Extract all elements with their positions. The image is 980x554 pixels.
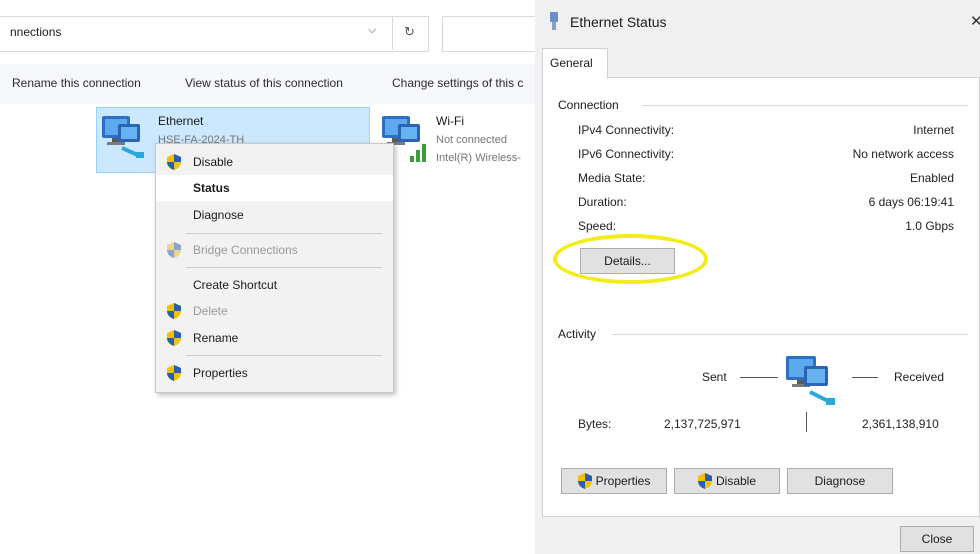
menu-item-label: Properties <box>193 366 248 380</box>
duration-value: 6 days 06:19:41 <box>868 195 954 209</box>
sent-label: Sent <box>702 370 727 384</box>
wifi-device: Intel(R) Wireless- <box>436 152 521 164</box>
menu-item-delete[interactable]: Delete <box>156 298 393 324</box>
bytes-divider <box>806 412 807 432</box>
uac-shield-icon <box>167 242 181 258</box>
media-state-value: Enabled <box>909 171 954 185</box>
uac-shield-icon <box>167 303 181 319</box>
network-activity-icon <box>786 356 835 405</box>
menu-separator <box>186 355 382 356</box>
menu-item-label: Rename <box>193 331 239 345</box>
ipv6-value: No network access <box>852 147 954 161</box>
tab-general-label: General <box>550 56 593 70</box>
ipv6-label: IPv6 Connectivity: <box>578 147 675 161</box>
uac-shield-icon <box>167 365 181 381</box>
menu-item-label: Create Shortcut <box>193 278 278 292</box>
address-divider <box>392 16 393 50</box>
menu-item-disable[interactable]: Disable <box>156 149 393 175</box>
refresh-icon[interactable]: ↻ <box>404 24 415 40</box>
ipv4-label: IPv4 Connectivity: <box>578 123 675 137</box>
network-adapter-icon <box>102 116 144 158</box>
highlight-annotation <box>553 234 708 284</box>
activity-group-label: Activity <box>558 327 597 341</box>
context-menu: Disable Status Diagnose Bridge Connectio… <box>155 143 394 393</box>
ethernet-plug-icon <box>550 12 558 30</box>
menu-item-bridge-connections[interactable]: Bridge Connections <box>156 237 393 263</box>
menu-item-properties[interactable]: Properties <box>156 360 393 386</box>
menu-separator <box>186 233 382 234</box>
received-line <box>852 377 878 378</box>
properties-button-label: Properties <box>595 474 651 488</box>
menu-separator <box>186 267 382 268</box>
menu-item-label: Diagnose <box>193 208 244 222</box>
uac-shield-icon <box>167 330 181 346</box>
close-icon[interactable]: ✕ <box>970 12 980 30</box>
bytes-received-value: 2,361,138,910 <box>862 417 939 431</box>
search-input[interactable] <box>442 16 544 52</box>
close-button[interactable]: Close <box>900 526 974 552</box>
menu-item-label: Bridge Connections <box>193 243 298 257</box>
connection-group-label: Connection <box>558 98 619 112</box>
address-text: nnections <box>10 25 62 39</box>
properties-button[interactable]: Properties <box>561 468 667 494</box>
dialog-title: Ethernet Status <box>570 14 667 30</box>
menu-item-rename[interactable]: Rename <box>156 325 393 351</box>
diagnose-button[interactable]: Diagnose <box>787 468 893 494</box>
menu-item-create-shortcut[interactable]: Create Shortcut <box>156 272 393 298</box>
group-divider <box>612 334 968 335</box>
menu-item-diagnose[interactable]: Diagnose <box>156 202 393 228</box>
menu-item-label: Delete <box>193 304 228 318</box>
wifi-status: Not connected <box>436 134 507 146</box>
uac-shield-icon <box>697 473 712 489</box>
bytes-label: Bytes: <box>578 417 612 431</box>
group-divider <box>642 105 968 106</box>
media-state-label: Media State: <box>578 171 646 185</box>
rename-connection-command[interactable]: Rename this connection <box>12 76 141 90</box>
ethernet-name: Ethernet <box>158 114 204 128</box>
speed-label: Speed: <box>578 219 617 233</box>
view-status-command[interactable]: View status of this connection <box>185 76 343 90</box>
wifi-name: Wi-Fi <box>436 114 464 128</box>
bytes-sent-value: 2,137,725,971 <box>664 417 741 431</box>
received-label: Received <box>894 370 945 384</box>
change-settings-command[interactable]: Change settings of this c <box>392 76 523 90</box>
duration-label: Duration: <box>578 195 627 209</box>
address-bar[interactable] <box>0 16 429 52</box>
menu-item-label: Status <box>193 181 230 195</box>
disable-button-label: Disable <box>715 474 757 488</box>
general-tab-panel <box>542 77 980 517</box>
disable-button[interactable]: Disable <box>674 468 780 494</box>
sent-line <box>740 377 778 378</box>
uac-shield-icon <box>577 473 592 489</box>
chevron-down-icon[interactable]: ⌵ <box>368 24 376 37</box>
ipv4-value: Internet <box>913 123 954 137</box>
uac-shield-icon <box>167 154 181 170</box>
menu-item-status[interactable]: Status <box>156 175 393 201</box>
menu-item-label: Disable <box>193 155 234 169</box>
speed-value: 1.0 Gbps <box>905 219 954 233</box>
